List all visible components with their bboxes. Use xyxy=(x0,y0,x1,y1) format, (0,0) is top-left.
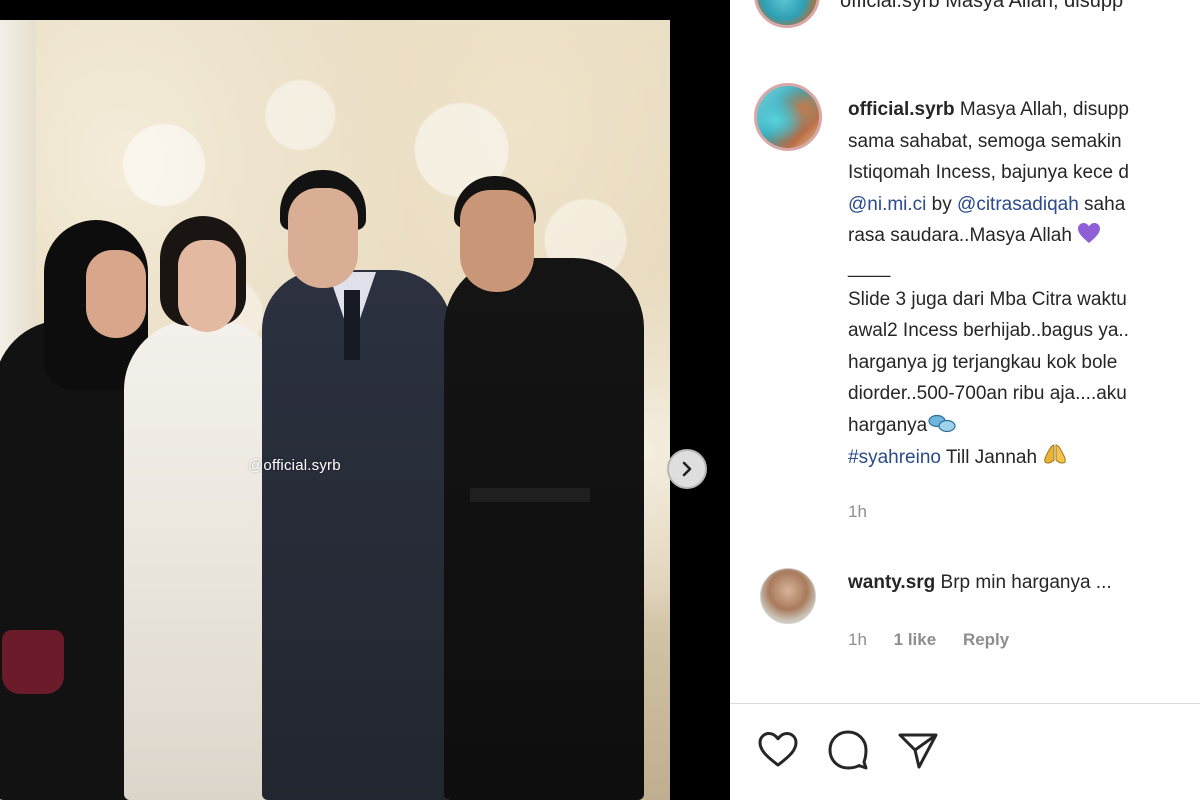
mention-link[interactable]: @citrasadiqah xyxy=(957,194,1079,215)
post-panel: official.syrb Masya Allah, disupp offici… xyxy=(730,0,1200,800)
caption-line-5: rasa saudara..Masya Allah xyxy=(848,220,1200,252)
commenter-username[interactable]: wanty.srg xyxy=(848,572,935,593)
author-username[interactable]: official.syrb xyxy=(848,99,955,120)
mention-link[interactable]: @ni.mi.ci xyxy=(848,194,926,215)
comment-meta: 1h 1 like Reply xyxy=(848,630,1031,650)
caption-line-3: Istiqomah Incess, bajunya kece d xyxy=(848,162,1129,184)
hashtag-link[interactable]: #syahreino xyxy=(848,447,941,468)
previous-comment-text: official.syrb Masya Allah, disupp xyxy=(840,0,1124,12)
caption-line-8: awal2 Incess berhijab..bagus ya.. xyxy=(848,320,1129,342)
actions-divider xyxy=(730,703,1200,704)
purple-heart-icon xyxy=(1078,223,1101,244)
person-1-face xyxy=(86,250,146,338)
author-avatar[interactable] xyxy=(754,83,822,151)
caption-line-1: official.syrb Masya Allah, disupp xyxy=(848,99,1129,120)
post-photo: @official.syrb xyxy=(0,20,670,800)
comment-text: wanty.srg Brp min harganya ... xyxy=(848,572,1112,593)
like-button[interactable] xyxy=(756,728,800,772)
commenter-avatar[interactable] xyxy=(760,568,816,624)
person-3-face xyxy=(288,188,358,288)
comment-reply-button[interactable]: Reply xyxy=(963,630,1009,649)
post-media: @official.syrb xyxy=(0,0,730,800)
caption-line-12: #syahreino Till Jannah xyxy=(848,442,1200,474)
pill-emoji-icon xyxy=(928,414,956,433)
praying-hands-icon xyxy=(1044,444,1067,464)
person-4-belt xyxy=(470,488,590,502)
heart-icon xyxy=(758,732,798,767)
caption-line-7: Slide 3 juga dari Mba Citra waktu xyxy=(848,288,1127,310)
share-icon xyxy=(898,733,938,769)
comment-timestamp[interactable]: 1h xyxy=(848,630,867,649)
person-4-face xyxy=(460,190,534,292)
person-2-dress xyxy=(124,320,284,800)
post-timestamp[interactable]: 1h xyxy=(848,502,867,522)
person-4-body xyxy=(444,258,644,800)
caption-line-6: ____ xyxy=(848,256,891,278)
comment-button[interactable] xyxy=(826,728,870,772)
caption-line-9: harganya jg terjangkau kok bole xyxy=(848,351,1118,373)
person-2-face xyxy=(178,240,236,332)
caption-line-11: harganya xyxy=(848,410,1200,442)
comment-icon xyxy=(828,730,868,770)
handbag xyxy=(2,630,64,694)
person-3-tie xyxy=(344,290,360,360)
share-button[interactable] xyxy=(896,728,940,772)
chevron-right-icon xyxy=(682,461,692,477)
previous-comment-avatar[interactable] xyxy=(754,0,820,28)
comment-likes[interactable]: 1 like xyxy=(894,630,937,649)
caption-line-2: sama sahabat, semoga semakin xyxy=(848,130,1122,152)
photo-watermark: @official.syrb xyxy=(248,457,341,474)
carousel-next-button[interactable] xyxy=(667,449,707,489)
post-caption: official.syrb Masya Allah, disupp sama s… xyxy=(848,94,1200,473)
caption-line-4: @ni.mi.ci by @citrasadiqah saha xyxy=(848,193,1126,215)
caption-line-10: diorder..500-700an ribu aja....aku xyxy=(848,383,1127,405)
